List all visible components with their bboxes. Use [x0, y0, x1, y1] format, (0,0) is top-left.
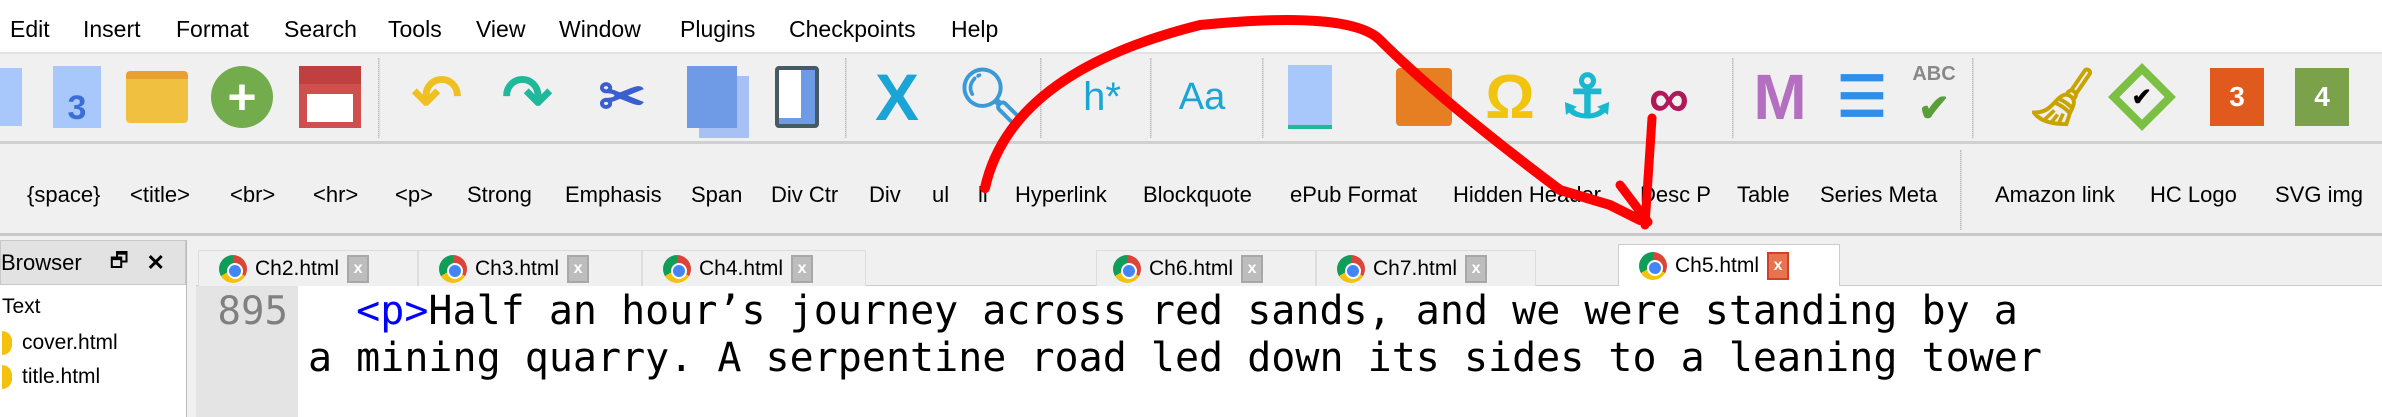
red-arrow-annotation: [980, 15, 1657, 230]
annotation-curve: [980, 15, 1645, 225]
